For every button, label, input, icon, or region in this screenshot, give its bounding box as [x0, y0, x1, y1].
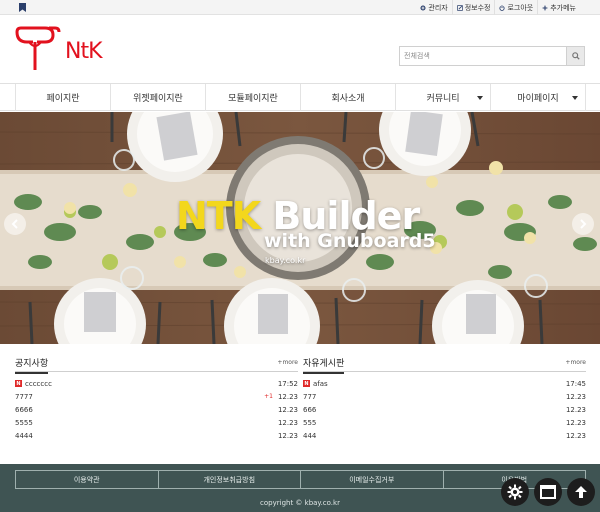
nav-item-module-page[interactable]: 모듈페이지란 — [206, 84, 301, 111]
banner-subtitle: with Gnuboard5 — [264, 230, 436, 252]
item-date: 17:52 — [277, 379, 298, 388]
chevron-right-icon — [580, 219, 587, 229]
email-refuse-link[interactable]: 이메일수집거부 — [301, 471, 444, 488]
logo-text: NtK — [65, 39, 103, 64]
admin-label: 관리자 — [428, 3, 448, 12]
list-item[interactable]: 5555 12.23 — [15, 416, 298, 429]
search-icon — [571, 52, 580, 60]
gear-icon — [420, 4, 426, 11]
utility-links: 관리자 정보수정 로그아웃 추가메뉴 — [416, 0, 580, 15]
bookmark-icon[interactable] — [19, 3, 26, 12]
list-item[interactable]: Nccccccc 17:52 — [15, 377, 298, 390]
board-header: 공지사항 +more — [15, 354, 298, 374]
prev-slide-button[interactable] — [4, 213, 26, 235]
search-button[interactable] — [566, 47, 584, 65]
arrow-up-icon — [575, 486, 587, 498]
window-toggle-button[interactable] — [534, 478, 562, 506]
item-date: 12.23 — [277, 418, 298, 427]
extra-menu-link[interactable]: 추가메뉴 — [537, 0, 580, 15]
plus-icon — [542, 5, 548, 10]
item-title: 5555 — [15, 418, 33, 427]
item-title: 666 — [303, 405, 317, 414]
item-date: 17:45 — [565, 379, 586, 388]
list-item[interactable]: Nafas 17:45 — [303, 377, 586, 390]
item-title: 444 — [303, 431, 317, 440]
nav-label: 커뮤니티 — [426, 94, 460, 104]
nav-item-mypage[interactable]: 마이페이지 — [491, 84, 586, 111]
list-item[interactable]: 4444 12.23 — [15, 429, 298, 442]
search-input[interactable] — [400, 47, 568, 65]
power-icon — [499, 4, 506, 11]
item-title: 4444 — [15, 431, 33, 440]
item-title: 6666 — [15, 405, 33, 414]
footer-links: 이용약관 개인정보취급방침 이메일수집거부 이용방법 — [15, 470, 586, 489]
new-badge: N — [15, 380, 22, 387]
extra-menu-label: 추가메뉴 — [550, 3, 576, 12]
next-slide-button[interactable] — [572, 213, 594, 235]
nav-label: 위젯페이지란 — [133, 94, 183, 104]
edit-icon — [456, 4, 463, 11]
item-date: 12.23 — [277, 405, 298, 414]
nav-item-company[interactable]: 회사소개 — [301, 84, 396, 111]
nav-label: 모듈페이지란 — [228, 94, 278, 104]
logout-label: 로그아웃 — [507, 3, 534, 12]
item-title: 777 — [303, 392, 317, 401]
scroll-top-button[interactable] — [567, 478, 595, 506]
admin-link[interactable]: 관리자 — [416, 0, 451, 15]
nav-label: 페이지란 — [46, 94, 80, 104]
board-title[interactable]: 자유게시판 — [303, 356, 345, 374]
new-badge: N — [303, 380, 310, 387]
item-date: 12.23 — [277, 392, 298, 401]
item-title: afas — [313, 379, 328, 388]
banner-title-highlight: NTK — [176, 194, 261, 238]
board-title[interactable]: 공지사항 — [15, 356, 49, 374]
edit-profile-link[interactable]: 정보수정 — [451, 0, 495, 15]
privacy-link[interactable]: 개인정보취급방침 — [159, 471, 301, 488]
item-title: ccccccc — [25, 379, 52, 388]
list-item[interactable]: 777 12.23 — [303, 390, 586, 403]
list-item[interactable]: 555 12.23 — [303, 416, 586, 429]
settings-button[interactable] — [501, 478, 529, 506]
logout-link[interactable]: 로그아웃 — [494, 0, 537, 15]
item-date: 12.23 — [277, 431, 298, 440]
chevron-left-icon — [11, 219, 18, 229]
site-header: NtK — [0, 15, 600, 83]
nav-item-community[interactable]: 커뮤니티 — [396, 84, 491, 111]
window-icon — [540, 485, 556, 499]
comment-count: +1 — [264, 393, 273, 400]
main-nav: 페이지란 위젯페이지란 모듈페이지란 회사소개 커뮤니티 마이페이지 — [0, 83, 600, 111]
banner-caption: kbay.co.kr — [265, 256, 306, 265]
item-date: 12.23 — [565, 431, 586, 440]
edit-profile-label: 정보수정 — [464, 3, 491, 12]
list-item[interactable]: 7777 +1 12.23 — [15, 390, 298, 403]
terms-link[interactable]: 이용약관 — [16, 471, 159, 488]
notice-board: 공지사항 +more Nccccccc 17:52 7777 +1 12.23 666… — [15, 354, 298, 442]
board-header: 자유게시판 +more — [303, 354, 586, 374]
nav-label: 회사소개 — [331, 94, 365, 104]
site-logo[interactable]: NtK — [15, 26, 103, 72]
gear-icon — [507, 484, 523, 500]
chevron-down-icon — [477, 96, 483, 100]
list-item[interactable]: 6666 12.23 — [15, 403, 298, 416]
free-board: 자유게시판 +more Nafas 17:45 777 12.23 666 12.23… — [303, 354, 586, 442]
hero-banner: NTK Builder with Gnuboard5 kbay.co.kr — [0, 112, 600, 344]
nav-item-widget-page[interactable]: 위젯페이지란 — [111, 84, 206, 111]
list-item[interactable]: 666 12.23 — [303, 403, 586, 416]
item-date: 12.23 — [565, 405, 586, 414]
list-item[interactable]: 444 12.23 — [303, 429, 586, 442]
nav-item-page[interactable]: 페이지란 — [16, 84, 111, 111]
item-date: 12.23 — [565, 418, 586, 427]
more-link[interactable]: +more — [565, 359, 586, 366]
item-date: 12.23 — [565, 392, 586, 401]
item-title: 7777 — [15, 392, 33, 401]
top-utility-bar: 관리자 정보수정 로그아웃 추가메뉴 — [0, 0, 600, 15]
search-box — [399, 46, 585, 66]
item-title: 555 — [303, 418, 317, 427]
nav-label: 마이페이지 — [517, 94, 559, 104]
chevron-down-icon — [572, 96, 578, 100]
more-link[interactable]: +more — [277, 359, 298, 366]
